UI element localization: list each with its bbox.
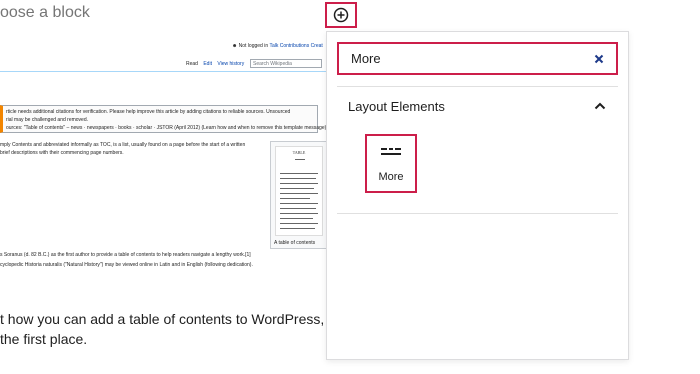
popover-divider-bottom (337, 213, 618, 214)
article-paragraph-line-2[interactable]: the first place. (0, 331, 87, 347)
wiki-tab-history: View history (217, 61, 245, 67)
wiki-divider (0, 71, 330, 72)
block-search-input[interactable] (351, 44, 581, 73)
block-search-box (337, 42, 618, 75)
wiki-tab-read: Read (186, 61, 198, 67)
wiki-bottom-text-2b: cyclopedic Historia naturalis ("Natural … (0, 262, 253, 268)
thumb-caption: A table of contents (274, 240, 316, 246)
notice-text-2: rial may be challenged and removed. (6, 117, 88, 123)
wikipedia-screenshot-image: ☻ Not logged in Talk Contributions Creat… (0, 37, 330, 259)
layout-elements-title[interactable]: Layout Elements (348, 99, 445, 114)
add-block-button[interactable] (325, 2, 357, 28)
wiki-tab-edit: Edit (203, 61, 212, 67)
close-icon (594, 54, 604, 64)
wiki-create-link: Creat (310, 43, 323, 49)
clear-search-button[interactable] (592, 52, 606, 66)
plus-circle-icon (333, 7, 349, 23)
wiki-talk-link: Talk (269, 43, 279, 49)
notice-text-1: rticle needs additional citations for ve… (6, 109, 291, 115)
chevron-up-icon (594, 102, 606, 110)
toc-thumbnail-image: TABLE (275, 146, 323, 236)
block-inserter-popover: Layout Elements More (326, 31, 629, 360)
wiki-user-links: ☻ Not logged in Talk Contributions Creat (232, 43, 323, 49)
inserter-heading: oose a block (0, 4, 90, 21)
wiki-thumbnail: TABLE A table of contents (270, 141, 328, 249)
wiki-not-logged: Not logged in (238, 43, 269, 49)
collapse-panel-button[interactable] (592, 98, 608, 114)
wiki-bottom-text-1: s Soranus (d. 82 B.C.) as the first auth… (0, 252, 251, 258)
thumb-title: TABLE (292, 150, 306, 155)
wiki-body-text-1: mply Contents and abbreviated informally… (0, 142, 246, 148)
popover-divider-top (337, 86, 618, 87)
more-block-item[interactable]: More (365, 134, 417, 193)
article-paragraph-line-1[interactable]: t how you can add a table of contents to… (0, 311, 364, 327)
more-block-label: More (378, 171, 404, 183)
wiki-contributions-link: Contributions (279, 43, 310, 49)
wiki-tabs: Read Edit View history (186, 61, 248, 67)
user-icon: ☻ (232, 43, 238, 49)
wiki-body-text-2: brief descriptions with their commencing… (0, 150, 124, 156)
notice-text-3: ources: "Table of contents" – news · new… (6, 125, 327, 131)
wiki-search-box: Search Wikipedia (250, 59, 322, 68)
more-block-icon (381, 148, 401, 155)
wiki-citation-notice: rticle needs additional citations for ve… (0, 105, 326, 133)
